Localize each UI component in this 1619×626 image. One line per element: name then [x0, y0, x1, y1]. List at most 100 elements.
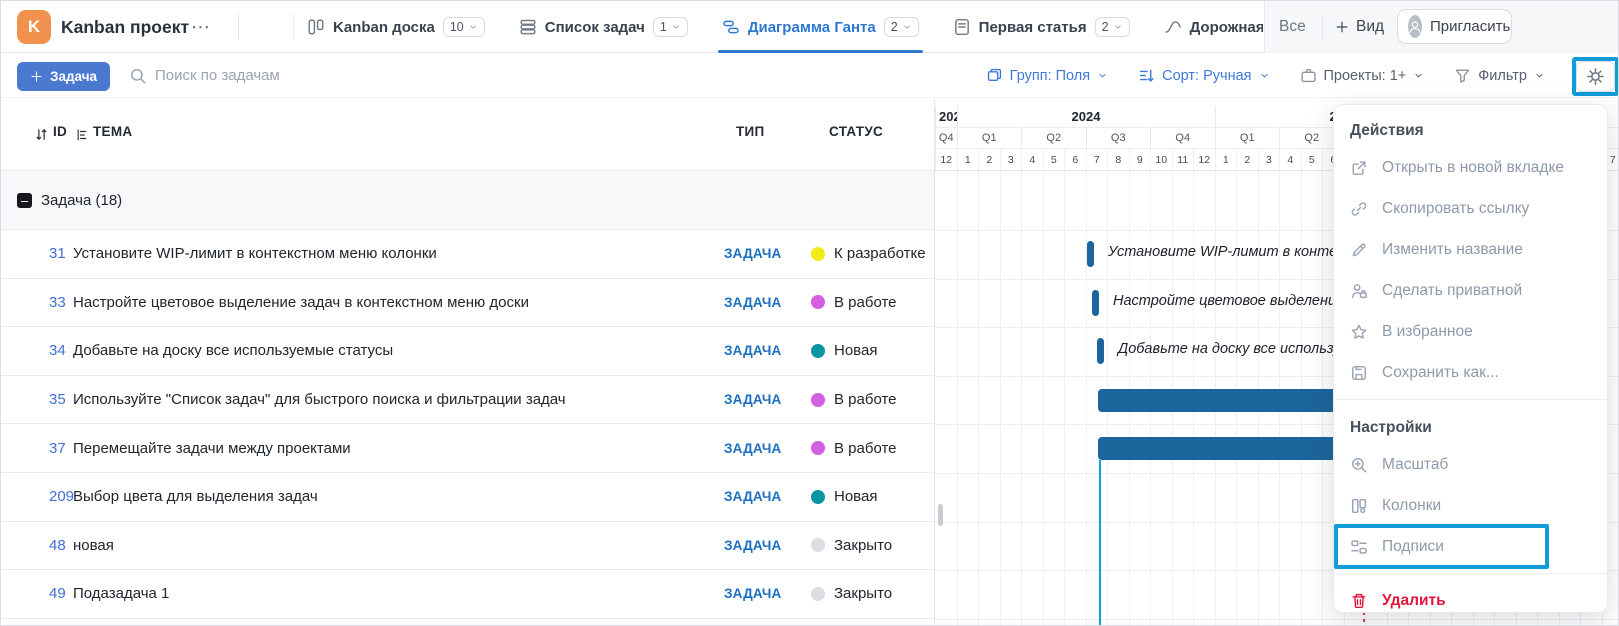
column-header-status[interactable]: СТАТУС: [829, 124, 883, 139]
task-id[interactable]: 33: [49, 279, 66, 327]
divider: [1322, 14, 1323, 40]
menu-item-label: В избранное: [1382, 323, 1473, 341]
tab-article[interactable]: Первая статья2: [953, 1, 1130, 53]
task-title[interactable]: Выбор цвета для выделения задач: [73, 473, 318, 521]
menu-item-rename[interactable]: Изменить название: [1334, 229, 1607, 270]
task-status: К разработке: [811, 230, 926, 278]
table-row[interactable]: 35Используйте "Список задач" для быстрог…: [1, 376, 934, 425]
task-status: В работе: [811, 424, 897, 472]
add-view-button[interactable]: Вид: [1335, 1, 1384, 53]
sort-rows-icon[interactable]: [34, 127, 49, 142]
status-label: К разработке: [834, 245, 926, 262]
task-title[interactable]: Перемещайте задачи между проектами: [73, 424, 351, 472]
task-id[interactable]: 209: [49, 473, 74, 521]
all-views-button[interactable]: Все: [1279, 1, 1306, 53]
task-type-badge: ЗАДАЧА: [724, 230, 781, 278]
task-type-badge: ЗАДАЧА: [724, 376, 781, 424]
menu-item-delete[interactable]: Удалить: [1334, 580, 1607, 613]
toolbar: Задача Групп: Поля Сорт: Ручная Проекты: 1…: [1, 53, 1619, 98]
task-id[interactable]: 31: [49, 230, 66, 278]
task-status: Новая: [811, 327, 877, 375]
top-right-section: Все Вид Пригласить: [1264, 1, 1619, 53]
settings-gear-button[interactable]: [1576, 61, 1615, 92]
task-status: Закрыто: [811, 522, 892, 570]
tab-counter-badge[interactable]: 2: [884, 17, 919, 37]
group-row[interactable]: – Задача (18): [1, 171, 934, 230]
invite-button[interactable]: Пригласить: [1397, 9, 1512, 44]
table-row[interactable]: 33Настройте цветовое выделение задач в к…: [1, 279, 934, 328]
menu-item-favorite[interactable]: В избранное: [1334, 311, 1607, 352]
tab-kanban-board[interactable]: Kanban доска10: [307, 1, 485, 53]
task-status: Закрыто: [811, 570, 892, 618]
tab-task-list[interactable]: Список задач1: [519, 1, 688, 53]
column-header-type[interactable]: ТИП: [736, 124, 765, 139]
menu-item-copy-link[interactable]: Скопировать ссылку: [1334, 188, 1607, 229]
task-type-badge: ЗАДАЧА: [724, 327, 781, 375]
tab-gantt[interactable]: Диаграмма Ганта2: [722, 1, 919, 53]
tab-counter-badge[interactable]: 1: [653, 17, 688, 37]
menu-item-label: Масштаб: [1382, 456, 1448, 474]
search-input[interactable]: [153, 60, 473, 90]
task-id[interactable]: 34: [49, 327, 66, 375]
menu-section-header: Настройки: [1334, 406, 1607, 444]
tab-label: Дорожная карта: [1190, 19, 1263, 36]
table-row[interactable]: 37Перемещайте задачи между проектамиЗАДА…: [1, 424, 934, 473]
add-task-button[interactable]: Задача: [17, 62, 110, 91]
gantt-year-label: 2023: [935, 106, 957, 127]
project-more-menu[interactable]: ⋯: [191, 1, 211, 53]
task-id[interactable]: 35: [49, 376, 66, 424]
column-header-theme[interactable]: ТЕМА: [93, 124, 132, 139]
task-type-badge: ЗАДАЧА: [724, 522, 781, 570]
task-title[interactable]: Настройте цветовое выделение задач в кон…: [73, 279, 529, 327]
plus-icon: [1335, 20, 1349, 34]
tab-counter-badge[interactable]: 2: [1095, 17, 1130, 37]
menu-item-label: Удалить: [1382, 592, 1446, 610]
table-row[interactable]: 31Установите WIP-лимит в контекстном мен…: [1, 230, 934, 279]
menu-item-open-new-tab[interactable]: Открыть в новой вкладке: [1334, 147, 1607, 188]
status-dot: [811, 587, 825, 601]
task-id[interactable]: 49: [49, 570, 66, 618]
gantt-quarter-label: Q4: [1150, 127, 1215, 148]
task-title[interactable]: Используйте "Список задач" для быстрого …: [73, 376, 566, 424]
menu-item-captions[interactable]: Подписи: [1334, 526, 1607, 567]
user-lock-icon: [1350, 282, 1368, 300]
task-title[interactable]: Подазадача 1: [73, 570, 169, 618]
zoom-in-icon: [1350, 456, 1368, 474]
filter-control[interactable]: Фильтр: [1454, 67, 1545, 84]
gantt-milestone-31[interactable]: [1087, 241, 1094, 267]
status-dot: [811, 247, 825, 261]
table-row[interactable]: 209Выбор цвета для выделения задач ЗАДАЧА…: [1, 473, 934, 522]
table-row[interactable]: 48новая ЗАДАЧА Закрыто: [1, 522, 934, 571]
task-id[interactable]: 37: [49, 424, 66, 472]
task-title[interactable]: новая: [73, 522, 114, 570]
table-row[interactable]: 34Добавьте на доску все используемые ста…: [1, 327, 934, 376]
table-row[interactable]: 49Подазадача 1 ЗАДАЧА Закрыто: [1, 570, 934, 619]
task-title[interactable]: Добавьте на доску все используемые стату…: [73, 327, 393, 375]
view-controls: Групп: Поля Сорт: Ручная Проекты: 1+ Фильтр: [986, 53, 1545, 98]
sort-control[interactable]: Сорт: Ручная: [1138, 67, 1269, 84]
status-label: Новая: [834, 488, 877, 505]
project-logo[interactable]: K: [17, 10, 51, 44]
collapse-group-icon[interactable]: –: [17, 193, 32, 208]
projects-control[interactable]: Проекты: 1+: [1300, 67, 1425, 84]
chevron-down-icon: [1097, 70, 1108, 81]
badge-count: 10: [450, 20, 464, 34]
tab-roadmap[interactable]: Дорожная карта: [1164, 1, 1263, 53]
search-icon: [129, 67, 147, 85]
menu-item-make-private[interactable]: Сделать приватной: [1334, 270, 1607, 311]
status-label: Новая: [834, 342, 877, 359]
menu-item-save-as[interactable]: Сохранить как...: [1334, 352, 1607, 393]
task-type-badge: ЗАДАЧА: [724, 570, 781, 618]
menu-item-columns[interactable]: Колонки: [1334, 485, 1607, 526]
group-control[interactable]: Групп: Поля: [986, 67, 1108, 84]
column-header-id[interactable]: ID: [53, 124, 67, 139]
task-id[interactable]: 48: [49, 522, 66, 570]
gantt-milestone-34[interactable]: [1097, 338, 1104, 364]
gantt-scrollbar-thumb[interactable]: [938, 504, 943, 526]
task-title[interactable]: Установите WIP-лимит в контекстном меню …: [73, 230, 437, 278]
gantt-milestone-33[interactable]: [1092, 290, 1099, 316]
tab-counter-badge[interactable]: 10: [443, 17, 485, 37]
task-type-badge: ЗАДАЧА: [724, 473, 781, 521]
menu-item-scale[interactable]: Масштаб: [1334, 444, 1607, 485]
labels-icon: [1350, 538, 1368, 556]
